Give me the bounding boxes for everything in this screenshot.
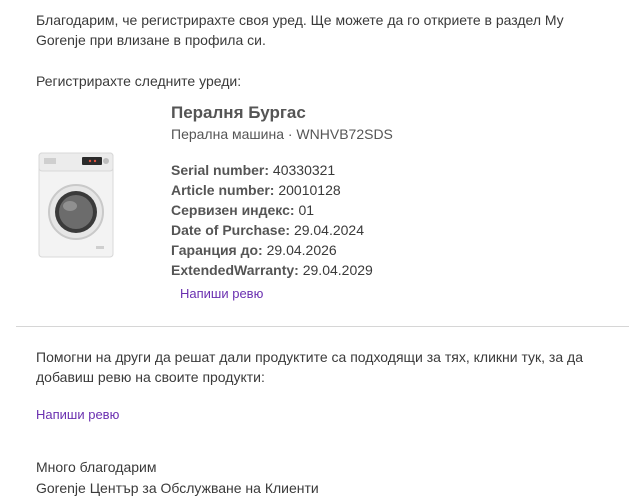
product-info: Пералня Бургас Перална машина · WNHVB72S…: [171, 100, 393, 280]
product-card: Пералня Бургас Перална машина · WNHVB72S…: [36, 100, 596, 310]
detail-value: 29.04.2024: [293, 222, 365, 238]
write-review-link[interactable]: Напиши ревю: [36, 405, 119, 425]
product-details: Serial number: 40330321 Article number: …: [171, 160, 393, 280]
detail-article: Article number: 20010128: [171, 180, 393, 200]
closing-thanks: Много благодарим: [36, 459, 157, 475]
detail-extended-warranty: ExtendedWarranty: 29.04.2029: [171, 260, 393, 280]
detail-value: 40330321: [272, 162, 336, 178]
registered-label: Регистрирахте следните уреди:: [36, 73, 242, 89]
detail-value: 29.04.2026: [266, 242, 337, 258]
product-review-link[interactable]: Напиши ревю: [180, 286, 263, 301]
intro-text: Благодарим, че регистрирахте своя уред. …: [36, 12, 564, 48]
detail-service-index: Сервизен индекс: 01: [171, 200, 393, 220]
detail-warranty: Гаранция до: 29.04.2026: [171, 240, 393, 260]
detail-value: 01: [298, 202, 315, 218]
detail-serial: Serial number: 40330321: [171, 160, 393, 180]
detail-value: 29.04.2029: [302, 262, 373, 278]
divider: [16, 326, 629, 327]
product-name: Пералня Бургас: [171, 103, 306, 122]
detail-label: Date of Purchase:: [171, 222, 291, 238]
detail-label: Сервизен индекс:: [171, 202, 295, 218]
detail-label: ExtendedWarranty:: [171, 262, 299, 278]
help-text: Помогни на други да решат дали продуктит…: [36, 349, 583, 385]
washing-machine-image: [36, 152, 116, 260]
detail-label: Serial number:: [171, 162, 270, 178]
detail-value: 20010128: [278, 182, 341, 198]
detail-label: Article number:: [171, 182, 275, 198]
washing-machine-icon: [38, 152, 114, 258]
product-type: Перална машина · WNHVB72SDS: [171, 126, 393, 142]
detail-label: Гаранция до:: [171, 242, 263, 258]
closing-team: Gorenje Център за Обслужване на Клиенти: [36, 480, 319, 496]
detail-purchase-date: Date of Purchase: 29.04.2024: [171, 220, 393, 240]
